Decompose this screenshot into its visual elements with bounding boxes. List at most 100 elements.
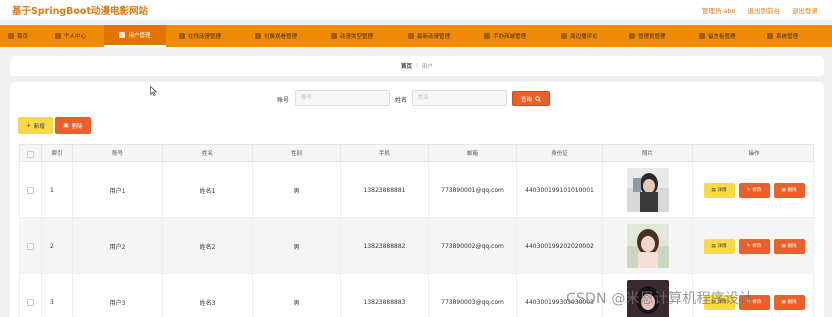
settings-icon — [767, 33, 773, 39]
detail-icon: ▤ — [711, 243, 716, 249]
row-select-cell — [20, 218, 42, 274]
nav-label: 管理员管理 — [638, 34, 666, 40]
user-icon — [55, 33, 61, 39]
nav-label: 手办商城管理 — [493, 34, 527, 40]
nav-label: 在线动漫管理 — [188, 34, 222, 40]
cell-actions: ▤ 详情 ✎ 修改 ▣ 删除 — [693, 218, 815, 274]
cell-index: 1 — [42, 162, 73, 218]
cell-name: 姓名3 — [163, 274, 253, 317]
nav-item-system[interactable]: 系统管理 — [767, 25, 798, 47]
nav-label: 最新动漫管理 — [417, 34, 451, 40]
nav-item-profile[interactable]: 个人中心 — [55, 25, 86, 47]
search-button[interactable]: 查询 — [512, 91, 550, 106]
add-button[interactable]: + 新增 — [18, 117, 53, 134]
cell-name: 姓名2 — [163, 218, 253, 274]
header-select-cell — [20, 145, 42, 163]
edit-button[interactable]: ✎ 修改 — [738, 182, 770, 198]
nav-label: 系统管理 — [776, 34, 799, 40]
home-icon — [8, 33, 14, 39]
add-button-label: 新增 — [33, 123, 45, 130]
nav-item-admins[interactable]: 管理员管理 — [629, 25, 666, 47]
search-icon — [535, 95, 541, 102]
delete-button[interactable]: ▣ 删除 — [773, 238, 805, 254]
delete-button[interactable]: ▣ 删除 — [773, 294, 805, 310]
nav-label: 留言板管理 — [708, 34, 736, 40]
row-checkbox[interactable] — [27, 242, 34, 250]
batch-delete-label: 删除 — [71, 123, 83, 130]
nav-item-users[interactable]: 用户管理 — [104, 25, 166, 47]
breadcrumb-home[interactable]: 首页 — [401, 62, 412, 70]
edit-label: 修改 — [752, 188, 762, 193]
account-search-input[interactable] — [295, 90, 390, 106]
delete-label: 删除 — [787, 300, 797, 305]
delete-label: 删除 — [787, 188, 797, 193]
nav-item-figure-shop[interactable]: 手办商城管理 — [484, 25, 526, 47]
nav-item-paid-viewing[interactable]: 付费观看管理 — [255, 25, 297, 47]
cell-email: 773890003@qq.com — [429, 274, 517, 317]
tag-icon — [331, 33, 337, 39]
main-panel: 账号 姓名 查询 + 新增 ▣ 删除 索引 账号 姓名 性别 手机 邮箱 身份证… — [10, 82, 824, 317]
back-to-frontend-link[interactable]: 退出到前台 — [748, 5, 781, 15]
detail-label: 详情 — [717, 244, 727, 249]
cell-email: 773890002@qq.com — [429, 218, 517, 274]
account-label: 账号 — [277, 97, 290, 104]
nav-label: 首页 — [17, 34, 29, 40]
admin-user-link[interactable]: 管理员 abo — [702, 5, 736, 15]
cell-account: 用户1 — [73, 162, 163, 218]
nav-item-latest-anime[interactable]: 最新动漫管理 — [408, 25, 450, 47]
cell-id-card: 440300199202020002 — [517, 218, 603, 274]
trash-icon: ▣ — [781, 299, 786, 305]
nav-label: 个人中心 — [64, 34, 87, 40]
breadcrumb: 首页 / 用户 — [10, 56, 824, 76]
select-all-checkbox[interactable] — [27, 150, 34, 158]
nav-label: 用户管理 — [128, 33, 151, 39]
row-checkbox[interactable] — [27, 186, 34, 194]
row-checkbox[interactable] — [27, 298, 34, 306]
nav-item-comments[interactable]: 周边播评论 — [561, 25, 598, 47]
cell-phone: 13823888881 — [341, 162, 429, 218]
shop-icon — [484, 33, 490, 39]
cell-gender: 男 — [253, 218, 341, 274]
cell-email: 773890001@qq.com — [429, 162, 517, 218]
nav-item-home[interactable]: 首页 — [8, 25, 28, 47]
detail-label: 详情 — [717, 188, 727, 193]
batch-delete-button[interactable]: ▣ 删除 — [55, 117, 91, 134]
cell-phone: 13823888882 — [341, 218, 429, 274]
cell-photo — [603, 218, 693, 274]
cell-id-card: 440300199101010001 — [517, 162, 603, 218]
edit-label: 修改 — [752, 244, 762, 249]
trash-icon: ▣ — [781, 187, 786, 193]
main-nav: 首页 个人中心 用户管理 在线动漫管理 付费观看管理 动漫类型管理 最新动漫管理… — [0, 25, 832, 47]
detail-button[interactable]: ▤ 详情 — [703, 238, 735, 254]
cell-index: 2 — [42, 218, 73, 274]
header-gender: 性别 — [253, 145, 341, 163]
name-search-input[interactable] — [412, 90, 507, 106]
trash-icon: ▣ — [63, 122, 69, 129]
cell-photo — [603, 162, 693, 218]
comment-icon — [561, 33, 567, 39]
top-links: 管理员 abo 退出到前台 退出登录 — [702, 5, 818, 15]
cell-index: 3 — [42, 274, 73, 317]
nav-label: 付费观看管理 — [264, 34, 298, 40]
name-label: 姓名 — [395, 97, 408, 104]
nav-item-message-board[interactable]: 留言板管理 — [699, 25, 736, 47]
detail-button[interactable]: ▤ 详情 — [703, 182, 735, 198]
site-title: 基于SpringBoot动漫电影网站 — [12, 6, 148, 17]
row-select-cell — [20, 274, 42, 317]
nav-item-online-anime[interactable]: 在线动漫管理 — [179, 25, 221, 47]
user-photo — [626, 224, 669, 268]
delete-button[interactable]: ▣ 删除 — [773, 182, 805, 198]
logout-link[interactable]: 退出登录 — [792, 5, 818, 15]
admin-icon — [629, 33, 635, 39]
trash-icon: ▣ — [781, 243, 786, 249]
nav-item-anime-types[interactable]: 动漫类型管理 — [331, 25, 373, 47]
table-header: 索引 账号 姓名 性别 手机 邮箱 身份证 照片 操作 — [19, 144, 814, 163]
plus-icon: + — [26, 122, 31, 129]
edit-icon: ✎ — [746, 243, 751, 249]
nav-label: 动漫类型管理 — [340, 34, 374, 40]
header-photo: 照片 — [603, 145, 693, 163]
users-icon — [119, 32, 126, 38]
table-row: 1 用户1 姓名1 男 13823888881 773890001@qq.com… — [19, 162, 814, 218]
edit-button[interactable]: ✎ 修改 — [738, 238, 770, 254]
delete-label: 删除 — [787, 244, 797, 249]
